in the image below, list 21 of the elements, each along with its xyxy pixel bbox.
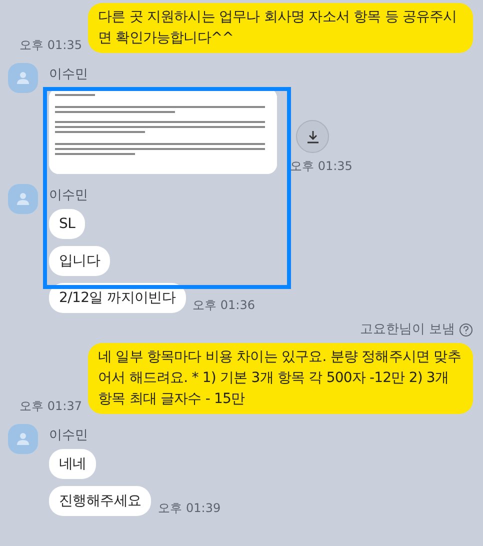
user-icon: [16, 192, 30, 206]
download-button[interactable]: [296, 120, 329, 153]
message-bubble: SL: [49, 209, 86, 239]
message-bubble: 진행해주세요: [49, 486, 152, 516]
message-time: 오후 01:36: [192, 298, 255, 312]
message-bubble: 입니다: [49, 246, 110, 276]
message-time: 오후 01:37: [20, 399, 82, 413]
user-icon: [16, 71, 30, 85]
message-bubble: 다른 곳 지원하시는 업무나 회사명 자소서 항목 등 공유주시면 확인가능합니다^^: [88, 3, 473, 53]
user-icon: [16, 432, 30, 446]
sender-name: 이수민: [49, 67, 89, 83]
sender-name: 이수민: [49, 428, 89, 444]
help-icon[interactable]: [459, 323, 473, 337]
message-bubble: 네 일부 항목마다 비용 차이는 있구요. 분량 정해주시면 맞추어서 해드려요. * 1) 기본 3개 항목 각 500자 -12만 2) 3개 항목 최대 글자수 - 15만: [88, 343, 473, 414]
message-time: 오후 01:35: [20, 38, 82, 52]
sender-label: 고요한님이 보냄: [360, 321, 455, 340]
sender-name: 이수민: [49, 188, 88, 204]
download-icon: [306, 130, 320, 144]
message-bubble: 네네: [49, 449, 96, 479]
message-time: 오후 01:39: [158, 501, 221, 515]
message-time: 오후 01:35: [290, 159, 352, 173]
